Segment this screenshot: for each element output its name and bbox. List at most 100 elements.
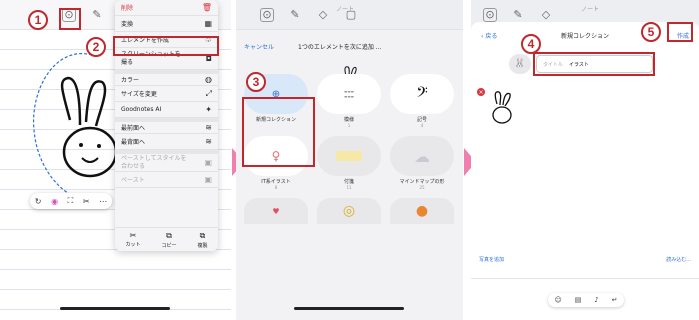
highlight-new-collection <box>242 97 315 167</box>
collection-card[interactable]: ● <box>390 198 454 224</box>
eraser-tool-icon[interactable]: ◇ <box>539 8 553 22</box>
resize-icon: ⤢ <box>205 88 212 98</box>
duplicate-button[interactable]: ⧉ 複製 <box>197 231 207 249</box>
trash-icon: 🗑 <box>201 3 212 12</box>
divider <box>471 278 699 279</box>
pen-tool-icon[interactable]: ✎ <box>288 8 302 22</box>
card-thumbnail: 𝄢 <box>390 74 454 114</box>
menu-resize[interactable]: サイズを変更 ⤢ <box>115 86 218 102</box>
highlight-title-field <box>533 52 655 76</box>
collection-card[interactable]: ≡≡≡ ≡≡≡ 模様 1 <box>317 74 381 128</box>
bass-clef-icon: 𝄢 <box>416 83 428 105</box>
note-title: ノート <box>336 6 355 13</box>
sheet-title: 新規コレクション <box>560 32 609 40</box>
back-label: 戻る <box>485 32 498 40</box>
card-count: 11 <box>346 185 352 190</box>
card-count: 1 <box>347 123 351 128</box>
basketball-icon: ● <box>415 203 429 219</box>
layers-up-icon: ≋ <box>205 123 212 132</box>
card-name: 付箋 <box>343 179 354 185</box>
step-badge-4: 4 <box>521 34 541 54</box>
menu-label: ペーストしてスタイルを合わせる <box>121 154 187 170</box>
collection-card[interactable]: 𝄢 記号 4 <box>390 74 454 128</box>
back-button[interactable]: ‹ 戻る <box>481 31 497 40</box>
menu-goodnotes-ai[interactable]: Goodnotes AI ✦ <box>115 102 218 118</box>
menu-label: カラー <box>121 77 140 84</box>
cut-button[interactable]: ✂ カット <box>125 231 140 248</box>
heart-icon: ♥ <box>272 206 280 216</box>
more-icon[interactable]: ⋯ <box>99 197 107 206</box>
sheet-title: 1つのエレメントを次に追加 ... <box>298 43 382 51</box>
collection-card[interactable]: ◎ <box>317 198 381 224</box>
menu-transform[interactable]: 変換 ▦ <box>115 16 218 32</box>
menu-paste: ペースト ▣ <box>115 172 218 188</box>
copy-button[interactable]: ⧉ コピー <box>161 231 176 249</box>
menu-label: 最背面へ <box>121 139 146 146</box>
menu-color[interactable]: カラー ◍ <box>115 70 218 86</box>
pattern-thumbnail-icon: ≡≡≡ ≡≡≡ <box>343 88 355 99</box>
menu-bring-front[interactable]: 最前面へ ≋ <box>115 118 218 134</box>
menu-label: ペースト <box>121 177 145 184</box>
crop-icon[interactable]: ⛶ <box>68 196 74 206</box>
menu-delete[interactable]: 削除 🗑 <box>115 0 218 16</box>
panel-note-editor: ⊙ ✎ ◇ 削除🗑 変換▦ エレメントを作成♧ スクリーンショットを撮る◘ カラ… <box>0 0 231 320</box>
note-toolbar: ⊙ ✎ ◇ ▢ ノート <box>236 0 463 30</box>
menu-label: 最前面へ <box>121 125 146 132</box>
step-badge-5: 5 <box>641 22 661 42</box>
scissors-icon: ✂ <box>129 231 137 240</box>
card-name: 記号 <box>416 117 427 123</box>
spiral-icon: ◎ <box>342 203 356 219</box>
menu-paste-style: ペーストしてスタイルを合わせる ▣ <box>115 150 218 172</box>
rotate-icon[interactable]: ↻ <box>35 197 42 206</box>
cancel-button[interactable]: キャンセル <box>244 42 274 51</box>
add-photo-button[interactable]: 写真を追加 <box>479 256 504 270</box>
pen-tool-icon[interactable]: ✎ <box>511 8 525 22</box>
lasso-toolbar: ↻ ◉ ⛶ ✂ ⋯ <box>30 193 112 209</box>
scissors-icon[interactable]: ✂ <box>83 197 90 206</box>
card-thumbnail: ☁ <box>390 136 454 176</box>
cut-label: カット <box>125 242 141 248</box>
menu-label: 変換 <box>121 21 134 28</box>
highlight-create-element <box>113 36 219 56</box>
panel-add-element: ⊙ ✎ ◇ ▢ ノート キャンセル 1つのエレメントを次に追加 ... ⊕ 新規… <box>236 0 463 320</box>
emoji-icon[interactable]: ☺ <box>554 296 561 304</box>
color-wheel-icon[interactable]: ◉ <box>51 197 58 206</box>
card-name: IT系イラスト <box>261 179 291 185</box>
return-icon[interactable]: ↵ <box>612 296 618 304</box>
collection-card[interactable]: 付箋 11 <box>317 136 381 190</box>
sticky-note-icon <box>336 151 362 161</box>
card-thumbnail: ◎ <box>317 198 381 224</box>
lasso-tool-icon[interactable]: ⊙ <box>260 7 274 22</box>
remove-element-icon[interactable]: × <box>477 88 485 96</box>
pen-tool-icon[interactable]: ✎ <box>90 8 104 22</box>
paste-icon: ▣ <box>204 175 212 184</box>
eraser-tool-icon[interactable]: ◇ <box>316 8 330 22</box>
collection-card[interactable]: ☁ マインドマップの形 25 <box>390 136 454 190</box>
card-count: 4 <box>420 123 424 128</box>
duplicate-icon: ⧉ <box>199 230 206 240</box>
menu-label: サイズを変更 <box>121 91 157 98</box>
sparkle-icon: ✦ <box>205 105 212 114</box>
home-indicator <box>60 307 170 310</box>
menu-bottom-actions: ✂ カット ⧉ コピー ⧉ 複製 <box>115 227 218 251</box>
microphone-icon[interactable]: ♪ <box>594 296 598 304</box>
lasso-tool-icon[interactable]: ⊙ <box>483 7 497 22</box>
collection-card[interactable]: ♥ <box>244 198 308 224</box>
import-button[interactable]: 読み込む... <box>666 256 691 270</box>
step-badge-1: 1 <box>28 10 48 30</box>
menu-label: 削除 <box>121 5 134 12</box>
palette-icon: ◍ <box>205 75 212 84</box>
keyboard-shortcut-bar: ☺ ▤ ♪ ↵ <box>548 293 624 307</box>
rabbit-element-thumbnail[interactable] <box>483 90 519 130</box>
copy-icon: ⧉ <box>166 230 172 240</box>
collection-icon-preview: 🐰 <box>509 54 531 74</box>
card-name: マインドマップの形 <box>399 179 445 185</box>
menu-send-back[interactable]: 最背面へ ≋ <box>115 134 218 150</box>
cloud-shape-icon: ☁ <box>414 146 430 166</box>
card-thumbnail: ♥ <box>244 198 308 224</box>
card-count: 25 <box>419 185 425 190</box>
layers-down-icon: ≋ <box>205 137 212 146</box>
note-title: ノート <box>581 6 600 13</box>
keyboard-icon[interactable]: ▤ <box>575 296 582 304</box>
card-thumbnail <box>317 136 381 176</box>
